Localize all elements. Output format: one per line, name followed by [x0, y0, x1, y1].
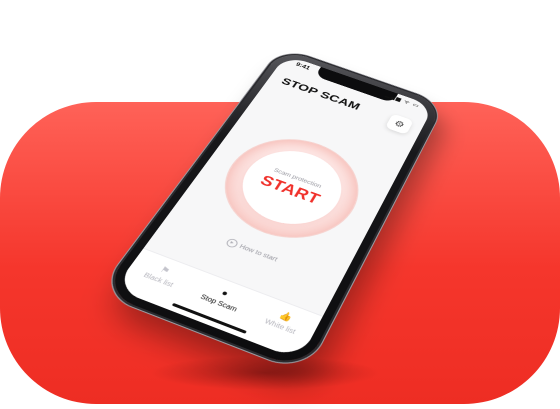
tab-label: Black list [142, 272, 174, 289]
flag-icon: ⚑ [158, 265, 172, 277]
gear-icon: ⚙ [392, 118, 406, 129]
settings-button[interactable]: ⚙ [385, 113, 414, 134]
how-to-start-label: How to start [238, 244, 278, 263]
protection-ring: Scam protection START [202, 124, 376, 255]
phone-screen: 9:41 ▂▄▆ ᯤ ▭ STOP SCAM ⚙ Scam protection… [114, 55, 434, 360]
status-icons: ▂▄▆ ᯤ ▭ [384, 93, 421, 110]
play-icon: ▸ [224, 237, 239, 248]
tab-label: White list [263, 318, 296, 336]
status-time: 9:41 [295, 62, 312, 71]
dot-icon: ● [219, 288, 230, 299]
protection-circle[interactable]: Scam protection START [225, 139, 356, 237]
tab-black-list[interactable]: ⚑ Black list [127, 255, 196, 294]
phone-mockup: 9:41 ▂▄▆ ᯤ ▭ STOP SCAM ⚙ Scam protection… [101, 48, 443, 371]
phone-scene: 9:41 ▂▄▆ ᯤ ▭ STOP SCAM ⚙ Scam protection… [0, 0, 560, 409]
thumbs-up-icon: 👍 [277, 310, 294, 324]
tab-white-list[interactable]: 👍 White list [249, 301, 318, 342]
